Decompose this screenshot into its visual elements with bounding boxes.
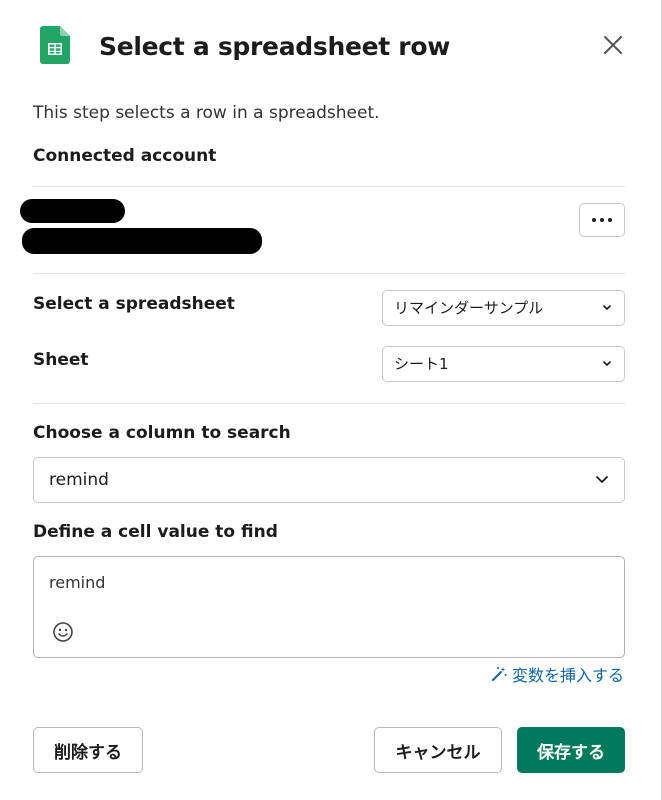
column-select-value: remind — [49, 470, 109, 490]
connected-account-label: Connected account — [33, 146, 217, 166]
delete-button[interactable]: 削除する — [33, 727, 143, 773]
chevron-down-icon — [603, 305, 611, 310]
spreadsheet-select[interactable]: リマインダーサンプル — [382, 290, 625, 326]
modal-header: Select a spreadsheet row — [0, 0, 662, 96]
divider — [33, 403, 625, 404]
cell-value-input[interactable]: remind — [33, 556, 625, 658]
more-dot — [608, 218, 612, 222]
more-dot — [600, 218, 604, 222]
sheet-label: Sheet — [33, 350, 89, 370]
cell-value-text: remind — [49, 573, 106, 592]
google-sheets-icon — [40, 26, 70, 64]
sheet-select-value: シート1 — [394, 355, 449, 373]
more-horizontal-icon — [592, 218, 596, 222]
spreadsheet-select-value: リマインダーサンプル — [394, 299, 544, 317]
close-icon[interactable] — [602, 34, 624, 56]
cell-value-label: Define a cell value to find — [33, 522, 278, 542]
redacted-account-name — [20, 199, 125, 223]
magic-wand-icon — [491, 667, 507, 681]
spreadsheet-label: Select a spreadsheet — [33, 294, 235, 314]
account-info-redacted — [20, 197, 280, 257]
cancel-button[interactable]: キャンセル — [374, 727, 502, 773]
insert-variable-label: 変数を挿入する — [511, 666, 624, 685]
sheet-select[interactable]: シート1 — [382, 346, 625, 382]
redacted-account-email — [22, 228, 262, 254]
step-description: This step selects a row in a spreadsheet… — [33, 103, 380, 123]
divider — [33, 186, 625, 187]
modal-title: Select a spreadsheet row — [99, 32, 451, 61]
save-button[interactable]: 保存する — [517, 727, 625, 773]
column-label: Choose a column to search — [33, 423, 291, 443]
divider — [33, 273, 625, 274]
modal-dialog: Select a spreadsheet row This step selec… — [0, 0, 662, 800]
chevron-down-icon — [596, 476, 608, 483]
chevron-down-icon — [603, 361, 611, 366]
insert-variable-link[interactable]: 変数を挿入する — [490, 662, 624, 686]
column-select[interactable]: remind — [33, 457, 625, 503]
account-more-button[interactable] — [579, 203, 625, 237]
emoji-icon[interactable] — [52, 621, 74, 643]
